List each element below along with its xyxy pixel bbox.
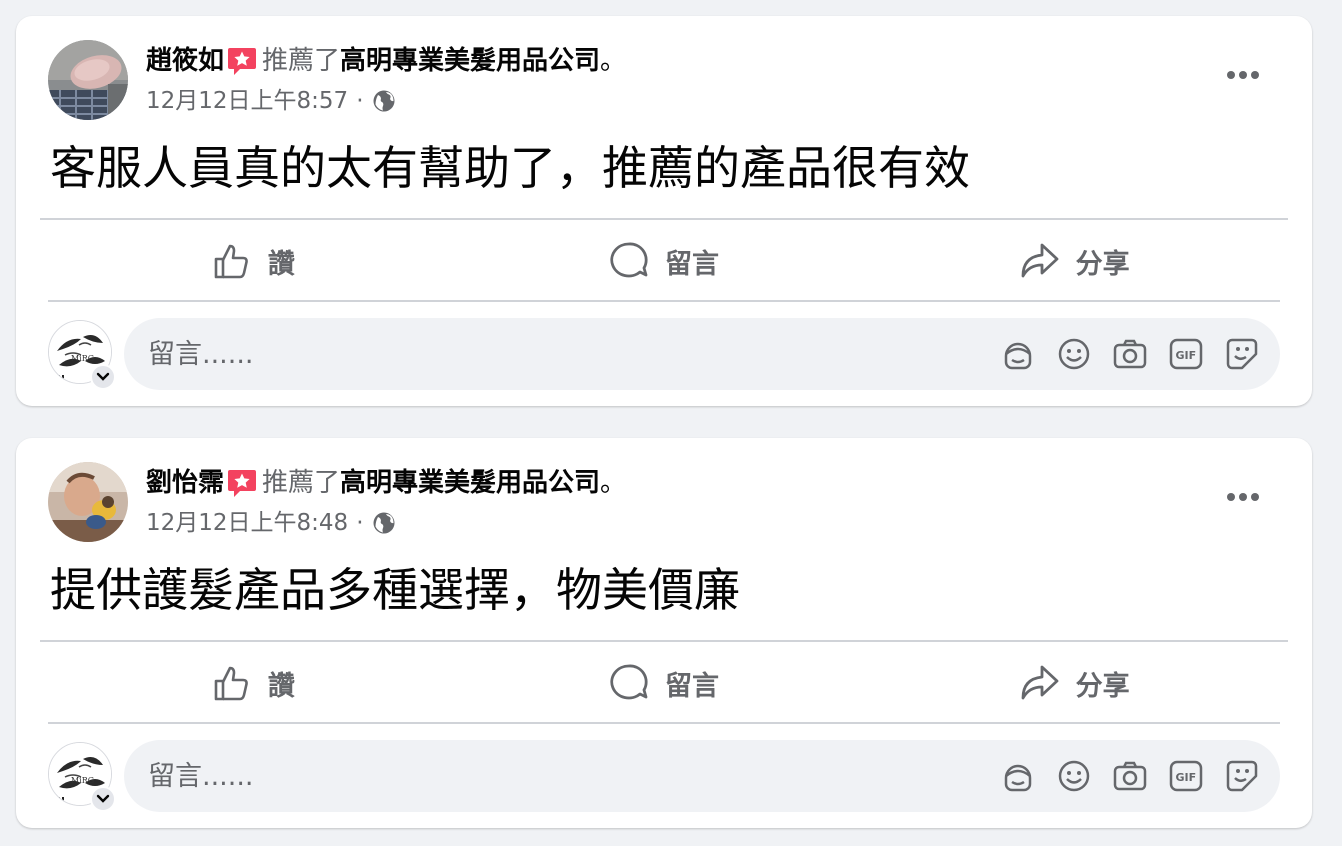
post-header: 劉怡霈 推薦了 高明專業美髮用品公司 。 xyxy=(146,466,626,500)
divider xyxy=(48,300,1280,302)
post-text: 客服人員真的太有幫助了，推薦的產品很有效 xyxy=(50,141,970,195)
recommend-star-icon xyxy=(226,45,258,77)
comment-input[interactable] xyxy=(148,318,848,390)
comment-button[interactable]: 留言 xyxy=(459,222,870,300)
author-name[interactable]: 劉怡霈 xyxy=(146,466,224,500)
camera-icon[interactable] xyxy=(1110,756,1150,796)
gif-icon[interactable]: GIF xyxy=(1166,334,1206,374)
recommend-verb: 推薦了 xyxy=(262,468,341,498)
thumbs-up-icon xyxy=(214,244,248,279)
camera-icon[interactable] xyxy=(1110,334,1150,374)
recommendation-post: 趙筱如 推薦了 高明專業美髮用品公司 。 12月12日上午8:57 · 客服人員… xyxy=(16,16,1312,406)
emoji-icon[interactable] xyxy=(1054,334,1094,374)
comment-label: 留言 xyxy=(665,248,719,280)
composer-tools: GIF xyxy=(982,318,1262,390)
meta-separator: · xyxy=(356,510,364,536)
like-label: 讚 xyxy=(267,248,295,280)
post-text: 提供護髮產品多種選擇，物美價廉 xyxy=(50,563,740,617)
feed: 趙筱如 推薦了 高明專業美髮用品公司 。 12月12日上午8:57 · 客服人員… xyxy=(0,0,1342,846)
composer-tools: GIF xyxy=(982,740,1262,812)
post-timestamp[interactable]: 12月12日上午8:48 xyxy=(146,508,348,538)
post-timestamp[interactable]: 12月12日上午8:57 xyxy=(146,86,348,116)
header-period: 。 xyxy=(600,468,627,498)
avatar-sticker-icon[interactable] xyxy=(998,334,1038,374)
like-button[interactable]: 讚 xyxy=(48,644,459,722)
like-button[interactable]: 讚 xyxy=(48,222,459,300)
post-meta: 12月12日上午8:57 · xyxy=(146,86,396,116)
globe-icon[interactable] xyxy=(372,511,396,535)
divider xyxy=(40,218,1288,220)
divider xyxy=(40,640,1288,642)
thumbs-up-icon xyxy=(214,666,248,701)
avatar-sticker-icon[interactable] xyxy=(998,756,1038,796)
sticker-icon[interactable] xyxy=(1222,334,1262,374)
svg-text:GIF: GIF xyxy=(1176,771,1197,784)
comment-composer: GIF xyxy=(124,740,1280,812)
speech-bubble-icon xyxy=(610,242,648,278)
svg-text:MiRG: MiRG xyxy=(71,354,94,363)
more-options-icon[interactable] xyxy=(1224,60,1262,90)
chevron-down-icon[interactable] xyxy=(90,364,116,390)
page-name-link[interactable]: 高明專業美髮用品公司 xyxy=(340,44,600,78)
share-arrow-icon xyxy=(1021,243,1059,278)
divider xyxy=(48,722,1280,724)
author-name[interactable]: 趙筱如 xyxy=(146,44,224,78)
comment-composer: GIF xyxy=(124,318,1280,390)
globe-icon[interactable] xyxy=(372,89,396,113)
svg-text:MiRG: MiRG xyxy=(71,776,94,785)
comment-input[interactable] xyxy=(148,740,848,812)
post-meta: 12月12日上午8:48 · xyxy=(146,508,396,538)
chevron-down-icon[interactable] xyxy=(90,786,116,812)
svg-text:GIF: GIF xyxy=(1176,349,1197,362)
header-period: 。 xyxy=(600,46,627,76)
post-header: 趙筱如 推薦了 高明專業美髮用品公司 。 xyxy=(146,44,626,78)
author-avatar[interactable] xyxy=(48,462,128,542)
action-bar: 讚 留言 分享 xyxy=(48,222,1280,300)
recommend-star-icon xyxy=(226,467,258,499)
share-label: 分享 xyxy=(1075,248,1130,280)
share-button[interactable]: 分享 xyxy=(869,222,1280,300)
like-label: 讚 xyxy=(267,670,295,702)
sticker-icon[interactable] xyxy=(1222,756,1262,796)
share-arrow-icon xyxy=(1021,665,1059,700)
meta-separator: · xyxy=(356,88,364,114)
comment-button[interactable]: 留言 xyxy=(459,644,870,722)
action-bar: 讚 留言 分享 xyxy=(48,644,1280,722)
gif-icon[interactable]: GIF xyxy=(1166,756,1206,796)
page-name-link[interactable]: 高明專業美髮用品公司 xyxy=(340,466,600,500)
share-button[interactable]: 分享 xyxy=(869,644,1280,722)
comment-label: 留言 xyxy=(665,670,719,702)
share-label: 分享 xyxy=(1075,670,1130,702)
more-options-icon[interactable] xyxy=(1224,482,1262,512)
emoji-icon[interactable] xyxy=(1054,756,1094,796)
recommendation-post: 劉怡霈 推薦了 高明專業美髮用品公司 。 12月12日上午8:48 · 提供護髮… xyxy=(16,438,1312,828)
author-avatar[interactable] xyxy=(48,40,128,120)
recommend-verb: 推薦了 xyxy=(262,46,341,76)
speech-bubble-icon xyxy=(610,664,648,700)
